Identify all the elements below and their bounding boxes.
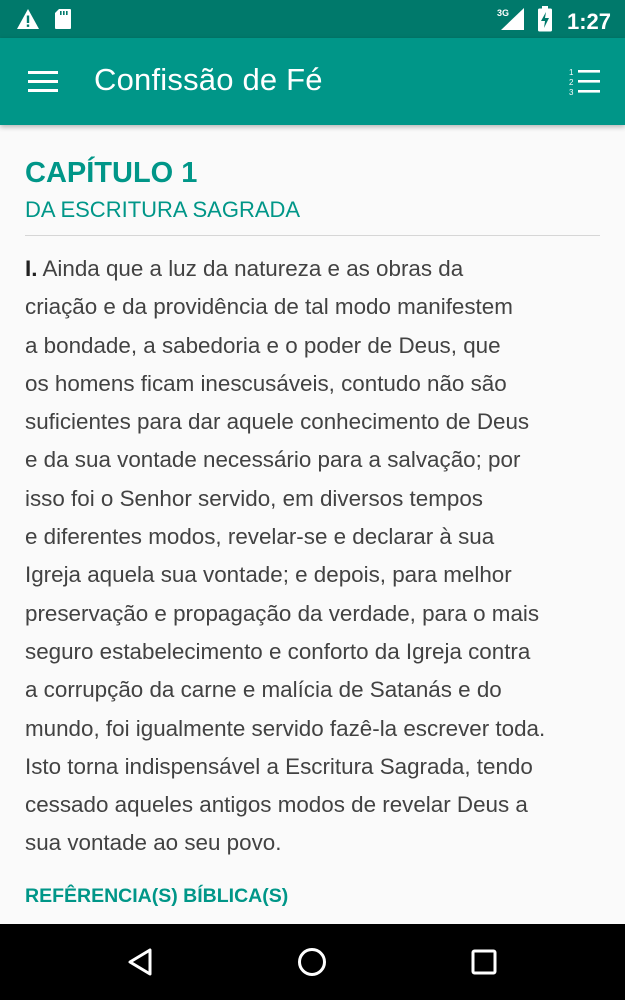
menu-button[interactable] [24, 66, 64, 98]
paragraph-line: isso foi o Senhor servido, em diversos t… [25, 485, 483, 511]
svg-text:2: 2 [569, 78, 574, 87]
bible-references-heading[interactable]: REFÊRENCIA(S) BÍBLICA(S) [25, 885, 600, 908]
signal-icon: 3G [497, 7, 527, 36]
paragraph-line: sua vontade ao seu povo. [25, 830, 282, 856]
paragraph-line: a bondade, a sabedoria e o poder de Deus… [25, 332, 501, 358]
chapter-content[interactable]: CAPÍTULO 1 DA ESCRITURA SAGRADA I. Ainda… [25, 126, 600, 924]
recents-icon [464, 949, 504, 986]
paragraph-line: os homens ficam inescusáveis, contudo nã… [25, 370, 507, 396]
recents-button[interactable] [464, 942, 504, 982]
paragraph-body: I. Ainda que a luz da natureza e as obra… [25, 250, 600, 863]
status-right-icons: 3G 1:27 [497, 6, 611, 37]
status-time: 1:27 [566, 8, 611, 34]
paragraph-line: criação e da providência de tal modo man… [25, 294, 513, 320]
paragraph-line: suficientes para dar aquele conhecimento… [25, 409, 530, 435]
paragraph-line-text: Ainda que a luz da natureza e as obras d… [42, 256, 464, 281]
paragraph-line: mundo, foi igualmente servido fazê-la es… [25, 715, 546, 741]
chapter-subtitle: DA ESCRITURA SAGRADA [25, 197, 301, 222]
paragraph-line: e da sua vontade necessário para a salva… [25, 447, 521, 473]
home-button[interactable] [292, 942, 332, 982]
status-bar: 3G 1:27 [0, 0, 625, 38]
paragraph-line: preservação e propagação da verdade, par… [25, 600, 540, 626]
sd-card-icon [54, 8, 72, 35]
paragraph-line: cessado aqueles antigos modos de revelar… [25, 792, 528, 818]
paragraph-numeral: I. [25, 256, 38, 281]
paragraph-line: e diferentes modos, revelar-se e declara… [25, 524, 495, 550]
paragraph-line: Igreja aquela sua vontade; e depois, par… [25, 562, 512, 588]
svg-text:3: 3 [569, 88, 574, 97]
status-left-icons [16, 8, 72, 35]
svg-text:1: 1 [569, 68, 574, 77]
paragraph-line: Isto torna indispensável a Escritura Sag… [25, 753, 533, 779]
paragraph-line: seguro estabelecimento e conforto da Igr… [25, 638, 531, 664]
paragraph-line: I. Ainda que a luz da natureza e as obra… [25, 250, 600, 288]
chapter-title: CAPÍTULO 1 [25, 157, 198, 189]
app-title: Confissão de Fé [94, 62, 323, 97]
network-type-label: 3G [497, 8, 509, 18]
divider [25, 235, 600, 236]
home-icon [292, 948, 332, 986]
app-bar: Confissão de Fé 1 2 3 [0, 38, 625, 125]
back-button[interactable] [121, 942, 161, 982]
warning-icon [16, 8, 40, 35]
table-of-contents-button[interactable]: 1 2 3 [569, 66, 603, 98]
navigation-bar [0, 924, 625, 1000]
paragraph-line: a corrupção da carne e malícia de Sataná… [25, 677, 502, 703]
battery-charging-icon [537, 6, 553, 37]
hamburger-menu-icon [24, 71, 64, 102]
back-icon [121, 948, 161, 986]
numbered-list-icon: 1 2 3 [569, 68, 603, 102]
